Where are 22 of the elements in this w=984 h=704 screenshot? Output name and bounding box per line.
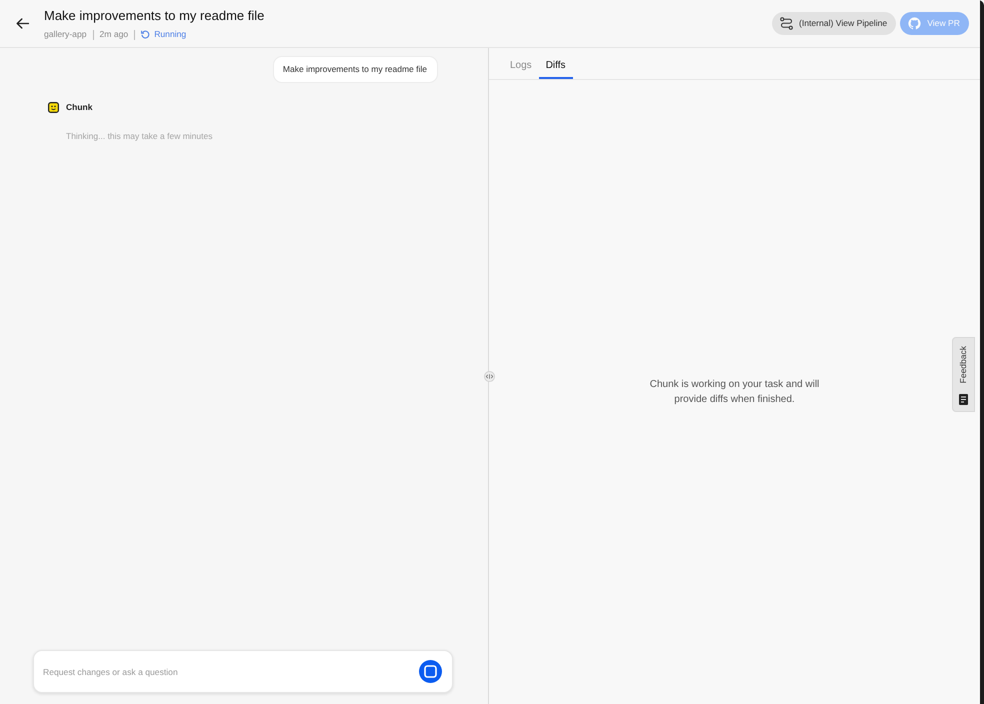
stop-button[interactable] — [419, 660, 442, 683]
task-title: Make improvements to my readme file — [44, 8, 264, 24]
status-text: Running — [154, 29, 186, 40]
route-icon — [780, 17, 793, 30]
form-icon — [959, 394, 968, 405]
stop-icon — [424, 665, 437, 678]
resize-handle-icon[interactable] — [484, 371, 495, 382]
refresh-icon — [141, 30, 150, 39]
panel-tab[interactable]: Diffs — [538, 48, 573, 79]
feedback-tab[interactable]: Feedback — [952, 337, 975, 412]
user-message: Make improvements to my readme file — [272, 56, 438, 83]
empty-state-message: Chunk is working on your task and will provide diffs when finished. — [648, 378, 820, 407]
smiley-tile-icon — [48, 102, 59, 113]
time-ago: 2m ago — [100, 29, 128, 40]
repo-name: gallery-app — [44, 29, 87, 40]
assistant-status-text: Thinking... this may take a few minutes — [66, 130, 212, 142]
message-field[interactable]: Request changes or ask a question — [33, 650, 453, 693]
cat-head-icon — [908, 17, 922, 30]
view-pipeline-button[interactable]: (Internal) View Pipeline — [772, 12, 896, 35]
assistant-name: Chunk — [66, 101, 92, 114]
back-arrow-icon[interactable] — [16, 18, 29, 29]
message-input[interactable]: Request changes or ask a question — [43, 664, 403, 680]
